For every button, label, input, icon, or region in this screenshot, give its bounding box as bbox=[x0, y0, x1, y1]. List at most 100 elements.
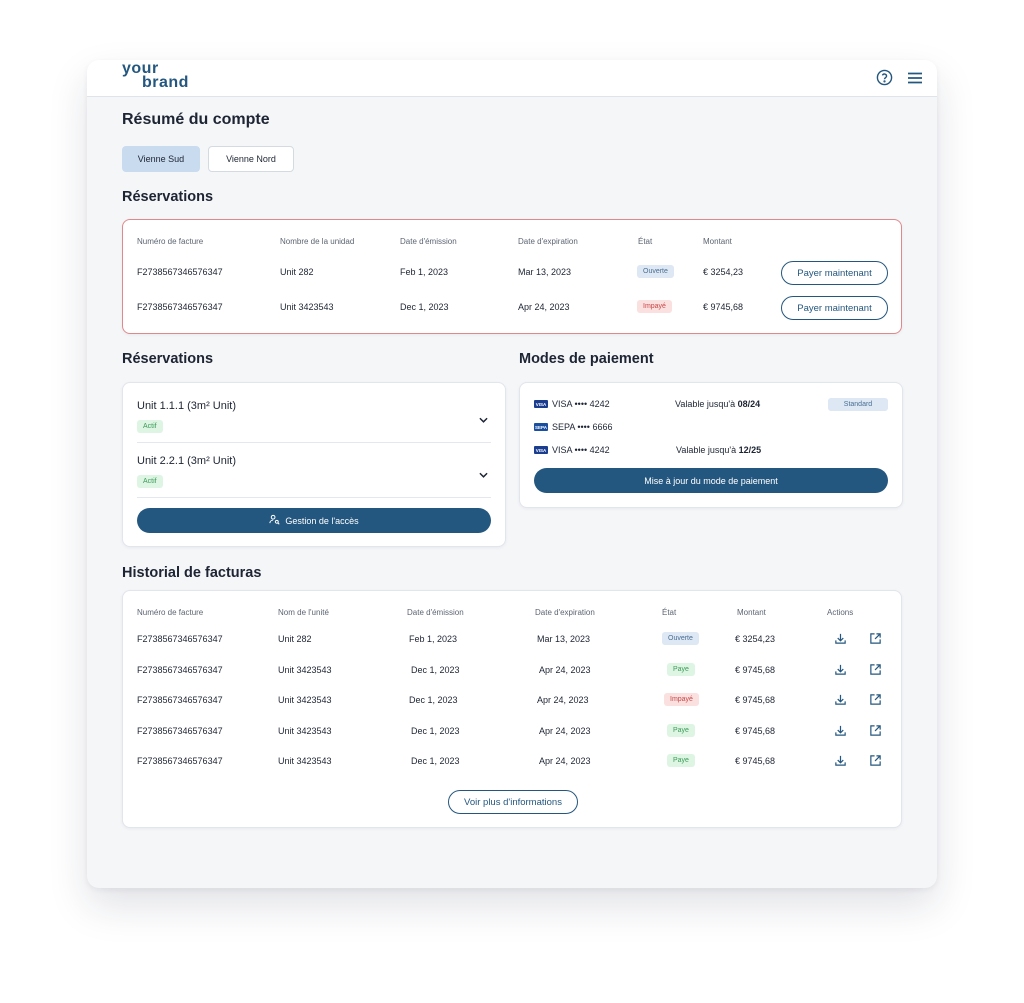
chevron-down-icon[interactable] bbox=[479, 465, 488, 483]
amount: € 9745,68 bbox=[703, 302, 744, 312]
issue-date: Feb 1, 2023 bbox=[400, 267, 449, 277]
expiry-date: Apr 24, 2023 bbox=[539, 756, 591, 766]
units-card: Unit 1.1.1 (3m² Unit) Actif Unit 2.2.1 (… bbox=[122, 382, 506, 547]
invoice-number: F2738567346576347 bbox=[137, 665, 223, 675]
unit-name: Unit 3423543 bbox=[278, 665, 332, 675]
expiry-date: Apr 24, 2023 bbox=[537, 695, 589, 705]
users-key-icon bbox=[269, 514, 280, 527]
invoice-number: F2738567346576347 bbox=[137, 695, 223, 705]
expiry-date: Mar 13, 2023 bbox=[518, 267, 572, 277]
unit-status-badge: Actif bbox=[137, 420, 163, 433]
unit-divider bbox=[137, 442, 491, 443]
payment-method-label: SEPA •••• 6666 bbox=[552, 422, 613, 432]
pay-now-button[interactable]: Payer maintenant bbox=[781, 296, 888, 320]
unit-name: Unit 3423543 bbox=[278, 756, 332, 766]
unit-name: Unit 3423543 bbox=[278, 726, 332, 736]
col-issued-header: Date d'émission bbox=[400, 237, 457, 246]
external-link-icon[interactable] bbox=[869, 663, 882, 681]
location-vienne-sud-button[interactable]: Vienne Sud bbox=[122, 146, 200, 172]
invoice-history-title: Historial de facturas bbox=[122, 565, 262, 581]
expiry-date: Apr 24, 2023 bbox=[539, 726, 591, 736]
status-badge: Paye bbox=[667, 724, 695, 737]
default-method-badge: Standard bbox=[828, 398, 888, 411]
unit-name: Unit 282 bbox=[278, 634, 312, 644]
top-actions bbox=[876, 69, 923, 86]
col-invoice-header: Numéro de facture bbox=[137, 237, 204, 246]
download-icon[interactable] bbox=[834, 754, 847, 772]
brand-logo[interactable]: your brand bbox=[122, 61, 189, 91]
unit-name: Unit 3423543 bbox=[280, 302, 334, 312]
issue-date: Dec 1, 2023 bbox=[411, 756, 460, 766]
col-actions-header: Actions bbox=[827, 608, 854, 617]
help-circle-icon[interactable] bbox=[876, 69, 893, 86]
external-link-icon[interactable] bbox=[869, 724, 882, 742]
amount: € 3254,23 bbox=[703, 267, 744, 277]
download-icon[interactable] bbox=[834, 693, 847, 711]
unit-title: Unit 2.2.1 (3m² Unit) bbox=[137, 455, 237, 467]
expiry-date: Mar 13, 2023 bbox=[537, 634, 591, 644]
status-badge: Ouverte bbox=[662, 632, 699, 645]
issue-date: Dec 1, 2023 bbox=[400, 302, 449, 312]
app-window: your brand Résumé du compte Vienne Sud V… bbox=[87, 60, 937, 888]
unit-name: Unit 282 bbox=[280, 267, 314, 277]
issue-date: Dec 1, 2023 bbox=[411, 665, 460, 675]
units-section-title: Réservations bbox=[122, 351, 214, 367]
chevron-down-icon[interactable] bbox=[479, 410, 488, 428]
col-amount-header: Montant bbox=[737, 608, 766, 617]
invoice-number: F2738567346576347 bbox=[137, 302, 223, 312]
col-unit-header: Nom de l'unité bbox=[278, 608, 329, 617]
unit-name: Unit 3423543 bbox=[278, 695, 332, 705]
status-badge: Paye bbox=[667, 754, 695, 767]
invoice-number: F2738567346576347 bbox=[137, 267, 223, 277]
status-badge: Impayé bbox=[664, 693, 699, 706]
invoice-number: F2738567346576347 bbox=[137, 634, 223, 644]
col-unit-header: Nombre de la unidad bbox=[280, 237, 355, 246]
issue-date: Dec 1, 2023 bbox=[409, 695, 458, 705]
sepa-card-icon: SEPA bbox=[534, 423, 548, 431]
col-expires-header: Date d'expiration bbox=[535, 608, 595, 617]
amount: € 9745,68 bbox=[735, 726, 776, 736]
download-icon[interactable] bbox=[834, 663, 847, 681]
issue-date: Feb 1, 2023 bbox=[409, 634, 458, 644]
visa-card-icon: VISA bbox=[534, 446, 548, 454]
status-badge: Paye bbox=[667, 663, 695, 676]
status-badge: Impayé bbox=[637, 300, 672, 313]
payment-valid-until: Valable jusqu'à 12/25 bbox=[676, 445, 762, 455]
payment-valid-until: Valable jusqu'à 08/24 bbox=[675, 399, 761, 409]
col-status-header: État bbox=[662, 608, 677, 617]
external-link-icon[interactable] bbox=[869, 754, 882, 772]
unit-divider bbox=[137, 497, 491, 498]
reservations-title: Réservations bbox=[122, 189, 214, 205]
download-icon[interactable] bbox=[834, 724, 847, 742]
brand-logo-line2: brand bbox=[142, 74, 189, 91]
payment-methods-title: Modes de paiement bbox=[519, 351, 654, 367]
location-vienne-nord-button[interactable]: Vienne Nord bbox=[208, 146, 294, 172]
payment-method-label: VISA •••• 4242 bbox=[552, 445, 610, 455]
status-badge: Ouverte bbox=[637, 265, 674, 278]
amount: € 9745,68 bbox=[735, 756, 776, 766]
visa-card-icon: VISA bbox=[534, 400, 548, 408]
amount: € 9745,68 bbox=[735, 695, 776, 705]
pay-now-button[interactable]: Payer maintenant bbox=[781, 261, 888, 285]
amount: € 3254,23 bbox=[735, 634, 776, 644]
reservations-card: Numéro de facture Nombre de la unidad Da… bbox=[122, 219, 902, 334]
col-amount-header: Montant bbox=[703, 237, 732, 246]
payment-methods-card: VISA VISA •••• 4242 Valable jusqu'à 08/2… bbox=[519, 382, 903, 508]
invoice-history-card: Numéro de facture Nom de l'unité Date d'… bbox=[122, 590, 902, 828]
page-title: Résumé du compte bbox=[122, 111, 270, 128]
col-expires-header: Date d'expiration bbox=[518, 237, 578, 246]
invoice-number: F2738567346576347 bbox=[137, 756, 223, 766]
external-link-icon[interactable] bbox=[869, 632, 882, 650]
update-payment-method-button[interactable]: Mise à jour du mode de paiement bbox=[534, 468, 888, 493]
access-management-label: Gestion de l'accès bbox=[285, 515, 359, 526]
invoice-number: F2738567346576347 bbox=[137, 726, 223, 736]
access-management-button[interactable]: Gestion de l'accès bbox=[137, 508, 491, 533]
issue-date: Dec 1, 2023 bbox=[411, 726, 460, 736]
see-more-button[interactable]: Voir plus d'informations bbox=[448, 790, 578, 814]
col-issued-header: Date d'émission bbox=[407, 608, 464, 617]
hamburger-menu-icon[interactable] bbox=[907, 71, 923, 85]
download-icon[interactable] bbox=[834, 632, 847, 650]
payment-method-label: VISA •••• 4242 bbox=[552, 399, 610, 409]
expiry-date: Apr 24, 2023 bbox=[518, 302, 570, 312]
external-link-icon[interactable] bbox=[869, 693, 882, 711]
